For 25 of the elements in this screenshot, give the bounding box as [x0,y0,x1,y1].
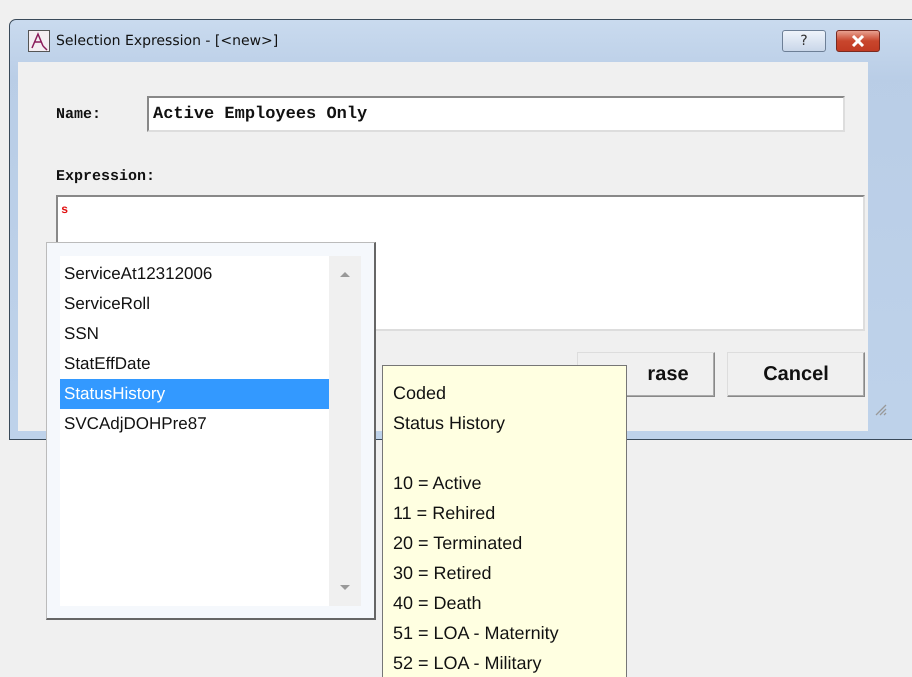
scrollbar[interactable] [329,256,361,606]
name-label: Name: [56,106,102,122]
scroll-up-icon[interactable] [339,270,351,278]
close-icon [851,35,865,47]
list-item[interactable]: SVCAdjDOHPre87 [60,409,329,439]
name-field[interactable]: Active Employees Only [147,96,846,132]
code-line: 40 = Death [393,592,483,615]
code-line: 30 = Retired [393,562,493,585]
list-item[interactable]: StatEffDate [60,349,329,379]
list-item[interactable]: ServiceRoll [60,289,329,319]
code-line: 51 = LOA - Maternity [393,622,560,645]
scroll-down-icon[interactable] [339,584,351,592]
tooltip-text: Coded [393,382,448,405]
code-line: 20 = Terminated [393,532,524,555]
close-button[interactable] [836,30,880,52]
tooltip-text: Status History [393,412,506,435]
expression-label: Expression: [56,168,156,185]
list-item[interactable]: ServiceAt12312006 [60,259,329,289]
code-line: 11 = Rehired [393,502,496,525]
window-title: Selection Expression - [<new>] [56,33,280,49]
code-line: 52 = LOA - Military [393,652,543,675]
help-button[interactable]: ? [782,30,826,52]
code-line: 10 = Active [393,472,483,495]
cancel-button[interactable]: Cancel [727,352,865,397]
app-logo-icon [28,30,50,52]
